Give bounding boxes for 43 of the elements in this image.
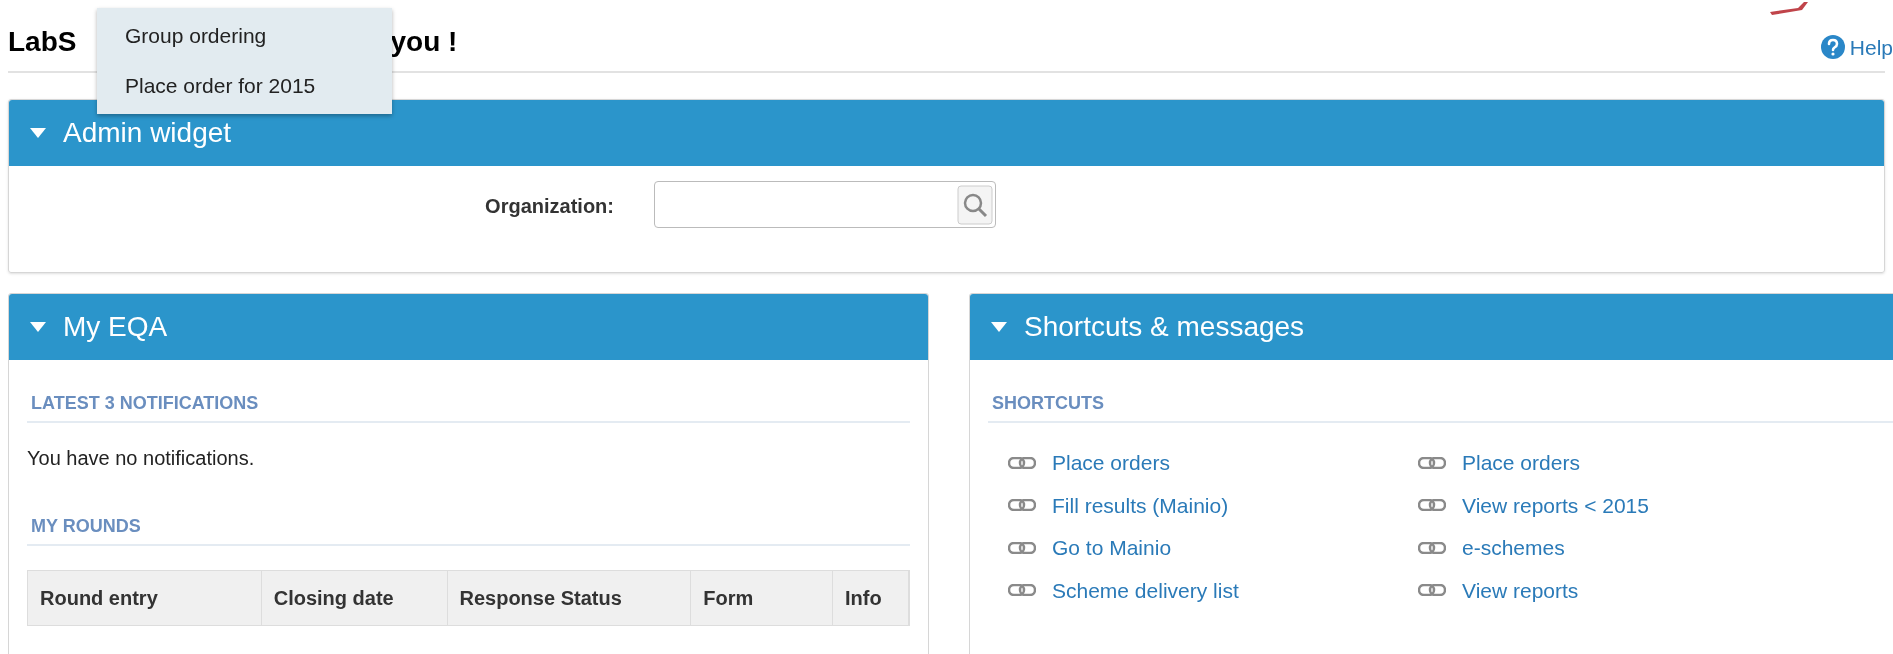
page-title: LabS	[8, 25, 77, 59]
notification-text: You have no notifications.	[27, 446, 256, 471]
shortcut-link[interactable]: Fill results (Mainio)	[1008, 489, 1418, 521]
shortcut-link[interactable]: Place orders	[1418, 447, 1828, 479]
link-icon	[1418, 541, 1446, 554]
caret-down-icon[interactable]	[29, 126, 47, 140]
panel-header[interactable]: Shortcuts & messages	[970, 294, 1893, 360]
panel-title: Admin widget	[63, 116, 232, 150]
panel-title: Shortcuts & messages	[1024, 310, 1305, 344]
column-header: Closing date	[261, 571, 448, 625]
search-icon[interactable]	[957, 184, 993, 225]
link-icon	[1008, 541, 1036, 554]
column-header: Response Status	[447, 571, 692, 625]
panel-title: My EQA	[63, 310, 168, 344]
section-heading: MY ROUNDS	[27, 513, 910, 546]
help-icon	[1819, 34, 1846, 61]
column-header: Form	[691, 571, 834, 625]
help-link[interactable]: Help	[1819, 31, 1893, 63]
shortcut-link[interactable]: View reports < 2015	[1418, 489, 1828, 521]
shortcut-link[interactable]: Go to Mainio	[1008, 532, 1418, 564]
link-icon	[1418, 456, 1446, 469]
shortcut-link[interactable]: View reports	[1418, 574, 1828, 606]
link-icon	[1008, 584, 1036, 597]
arrow-mark	[1768, 2, 1808, 16]
field-label: Organization:	[484, 194, 614, 219]
organization-field[interactable]	[654, 181, 996, 228]
panel-header[interactable]: Admin widget	[9, 100, 1884, 166]
shortcut-link[interactable]: Scheme delivery list	[1008, 574, 1418, 606]
column-header: Round entry	[28, 571, 262, 625]
shortcut-link[interactable]: Place orders	[1008, 447, 1418, 479]
menu-item[interactable]: Group ordering	[97, 11, 392, 61]
panel-header[interactable]: My EQA	[9, 294, 928, 360]
column-header: Info	[833, 571, 909, 625]
link-icon	[1008, 499, 1036, 512]
section-heading: SHORTCUTS	[988, 390, 1893, 423]
section-heading: LATEST 3 NOTIFICATIONS	[27, 390, 910, 423]
link-icon	[1008, 456, 1036, 469]
caret-down-icon[interactable]	[29, 320, 47, 334]
page-title: you !	[390, 25, 458, 59]
link-icon	[1418, 499, 1446, 512]
shortcut-link[interactable]: e-schemes	[1418, 532, 1828, 564]
caret-down-icon[interactable]	[990, 320, 1008, 334]
link-icon	[1418, 584, 1446, 597]
